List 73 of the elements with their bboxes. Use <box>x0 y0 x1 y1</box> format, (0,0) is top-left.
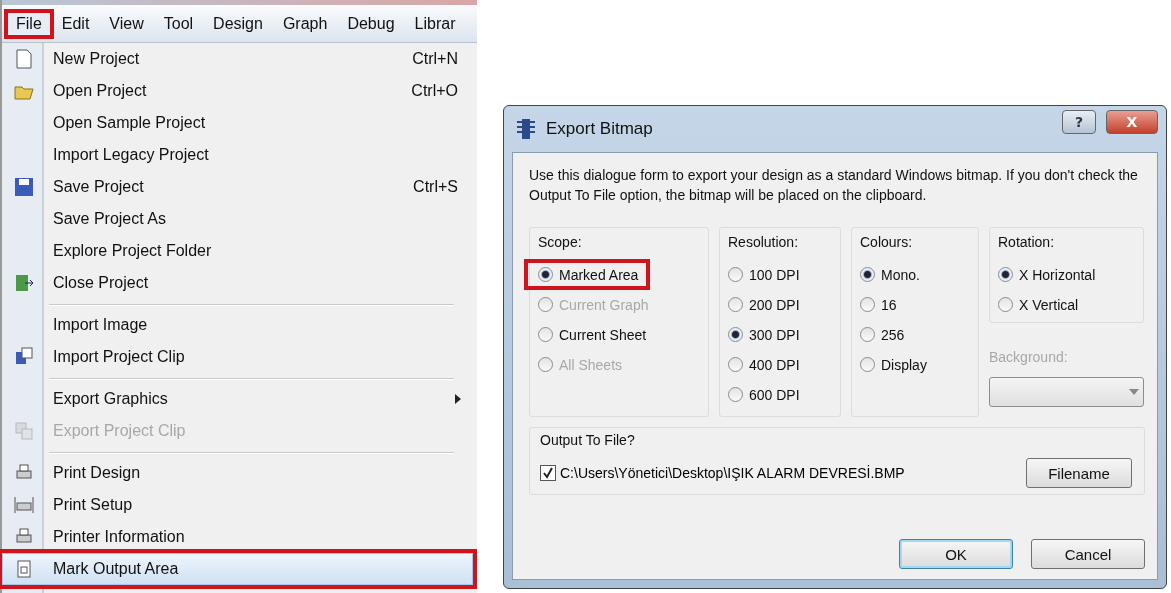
radio-button[interactable] <box>860 267 875 282</box>
menu-item[interactable]: Open Project Ctrl+O <box>2 75 473 107</box>
radio-label: 256 <box>881 326 905 343</box>
radio-button[interactable] <box>728 267 743 282</box>
radio-button[interactable] <box>728 327 743 342</box>
radio-label: Display <box>881 356 927 373</box>
group-title: Resolution: <box>728 234 800 250</box>
radio-button[interactable] <box>728 357 743 372</box>
dialog-button[interactable]: OK <box>899 539 1013 569</box>
menu-item[interactable]: Open Sample Project <box>2 107 473 139</box>
dialog-button[interactable]: Cancel <box>1031 539 1145 569</box>
radio-label: 16 <box>881 296 897 313</box>
background-label: Background: <box>989 349 1069 365</box>
radio-label: Mono. <box>881 266 920 283</box>
group-title: Colours: <box>860 234 914 250</box>
menu-bar-item[interactable]: Debug <box>337 10 405 37</box>
submenu-arrow-icon <box>454 393 462 405</box>
radio-label: 400 DPI <box>749 356 800 373</box>
background-dropdown[interactable] <box>989 377 1144 407</box>
group-title: Rotation: <box>998 234 1056 250</box>
radio-label: Current Sheet <box>559 326 647 343</box>
radio-button[interactable] <box>998 267 1013 282</box>
menu-bar-item[interactable]: Librar <box>404 10 466 37</box>
checkbox[interactable] <box>540 465 556 481</box>
radio-label: X Vertical <box>1019 296 1079 313</box>
menu-item[interactable]: Save Project As <box>2 203 473 235</box>
radio-label: Marked Area <box>559 266 639 283</box>
menu-item[interactable]: New Project Ctrl+N <box>2 43 473 75</box>
radio-button[interactable] <box>728 297 743 312</box>
group-title: Scope: <box>538 234 583 250</box>
radio-label: 100 DPI <box>749 266 800 283</box>
menu-bar-item[interactable]: Edit <box>51 10 100 37</box>
menu-item[interactable]: Save Project Ctrl+S <box>2 171 473 203</box>
menu-item[interactable]: Import Legacy Project <box>2 139 473 171</box>
menu-bar-item[interactable]: Design <box>203 10 273 37</box>
menu-item[interactable]: Import Image <box>2 299 473 341</box>
radio-button[interactable] <box>998 297 1013 312</box>
radio-button[interactable] <box>860 297 875 312</box>
menu-bar-item[interactable]: Graph <box>272 10 338 37</box>
radio-label: 300 DPI <box>749 326 800 343</box>
menu-item[interactable]: Close Project <box>2 267 473 299</box>
group-title: Output To File? <box>540 432 636 448</box>
radio-button[interactable] <box>860 357 875 372</box>
help-button[interactable]: ? <box>1062 110 1096 134</box>
menu-item[interactable]: Import Project Clip <box>2 341 473 373</box>
radio-button[interactable] <box>538 267 553 282</box>
description-text: Use this dialogue form to export your design as a standard Windows bitmap. If you don't check the Output To File option, the bitmap will be placed on the clipboard. <box>529 166 1139 205</box>
radio-button[interactable] <box>538 327 553 342</box>
chip-icon <box>516 117 536 141</box>
menu-item[interactable]: Printer Information <box>2 521 473 553</box>
radio-label: X Horizontal <box>1019 266 1096 283</box>
menu-bar-item[interactable]: File <box>6 10 52 37</box>
radio-label: Current Graph <box>559 296 649 313</box>
menu-item[interactable]: Explore Project Folder <box>2 235 473 267</box>
caret-icon <box>1129 389 1139 395</box>
radio-label: All Sheets <box>559 356 623 373</box>
shortcut-text: Ctrl+S <box>413 178 458 196</box>
shortcut-text: Ctrl+N <box>412 50 458 68</box>
radio-label: 200 DPI <box>749 296 800 313</box>
shortcut-text: Ctrl+O <box>411 82 458 100</box>
radio-button[interactable] <box>860 327 875 342</box>
menu-bar-item[interactable]: Tool <box>153 10 204 37</box>
document-icon <box>13 48 35 70</box>
radio-label: 600 DPI <box>749 386 800 403</box>
filename-button[interactable]: Filename <box>1026 458 1132 488</box>
door-exit-icon <box>13 272 35 294</box>
file-path-text: C:\Users\Yönetici\Desktop\IŞIK ALARM DEVRESİ.BMP <box>560 465 906 481</box>
radio-button[interactable] <box>728 387 743 402</box>
menu-item[interactable]: Export Graphics <box>2 373 473 415</box>
menu-item[interactable]: Print Design <box>2 447 473 489</box>
menu-item[interactable]: Print Setup <box>2 489 473 521</box>
menu-bar-item[interactable]: View <box>99 10 154 37</box>
window-title: Export Bitmap <box>546 119 654 139</box>
